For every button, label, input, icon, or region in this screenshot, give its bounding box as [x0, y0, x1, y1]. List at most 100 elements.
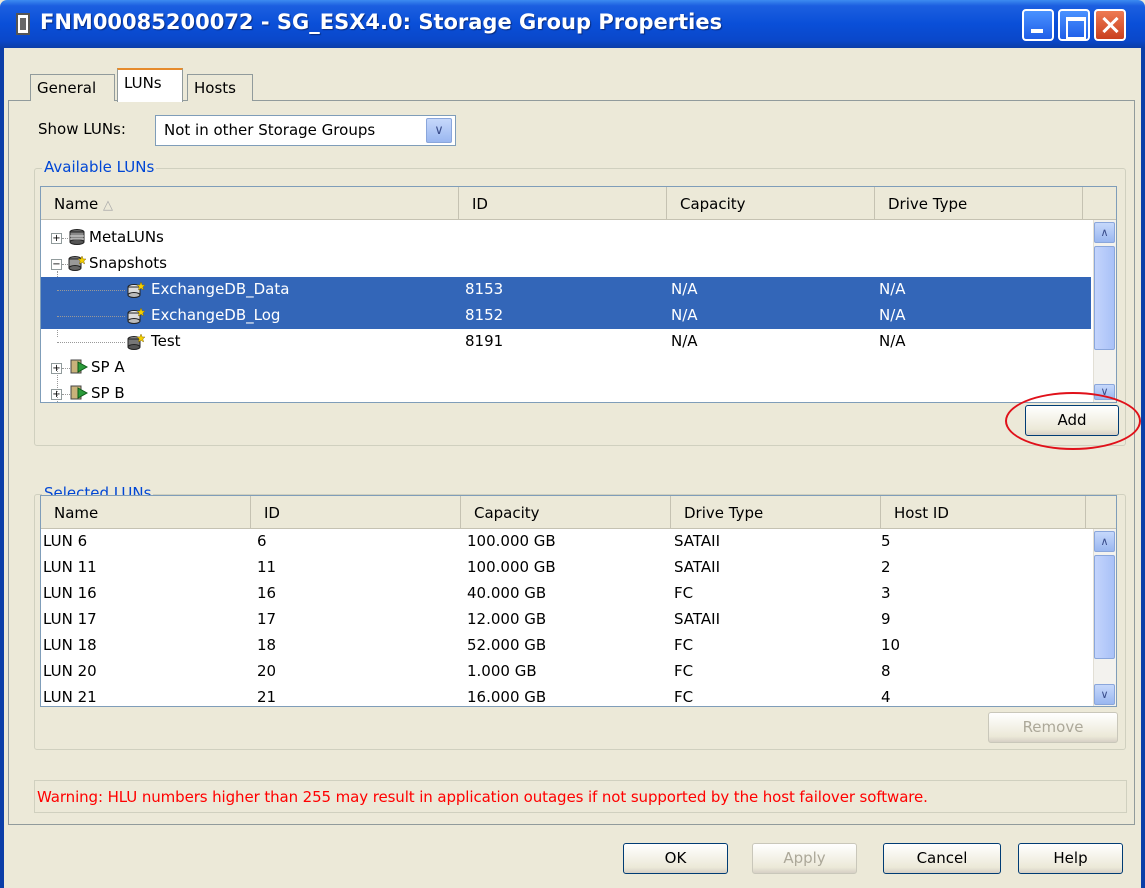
table-header: Name △ ID Capacity Drive Type — [41, 187, 1116, 220]
close-button[interactable] — [1094, 9, 1126, 41]
tree-row-metaluns[interactable]: + MetaLUNs — [41, 225, 1091, 251]
snapshot-icon — [127, 308, 145, 324]
lun-drive-type: N/A — [879, 280, 906, 298]
lun-drive-type: N/A — [879, 332, 906, 350]
column-header-drive-type[interactable]: Drive Type — [671, 496, 881, 529]
minimize-button[interactable] — [1022, 9, 1054, 41]
cell-id: 20 — [257, 662, 277, 680]
column-header-name[interactable]: Name △ — [41, 187, 459, 220]
table-row[interactable]: LUN 21 21 16.000 GB FC 4 — [41, 685, 1091, 707]
title-bar[interactable]: FNM00085200072 - SG_ESX4.0: Storage Grou… — [0, 0, 1145, 48]
table-row[interactable]: LUN 20 20 1.000 GB FC 8 — [41, 659, 1091, 685]
hlu-warning-text: Warning: HLU numbers higher than 255 may… — [34, 780, 1127, 813]
annotation-circle — [1005, 392, 1141, 450]
tree-row-test[interactable]: Test 8191 N/A N/A — [41, 329, 1091, 355]
cell-capacity: 1.000 GB — [467, 662, 537, 680]
app-icon — [16, 13, 30, 35]
help-button[interactable]: Help — [1018, 843, 1123, 874]
lun-name: Test — [151, 332, 181, 350]
scroll-thumb[interactable] — [1094, 246, 1115, 350]
table-row[interactable]: LUN 11 11 100.000 GB SATAII 2 — [41, 555, 1091, 581]
lun-name: ExchangeDB_Log — [151, 306, 281, 324]
tab-hosts[interactable]: Hosts — [187, 74, 253, 101]
tree-row-sp-b[interactable]: + SP B — [41, 381, 1091, 402]
column-header-drive-type[interactable]: Drive Type — [875, 187, 1083, 220]
tab-luns[interactable]: LUNs — [117, 68, 183, 102]
cell-name: LUN 20 — [43, 662, 97, 680]
cell-capacity: 16.000 GB — [467, 688, 547, 706]
chevron-down-icon[interactable]: ∨ — [426, 118, 452, 143]
snapshot-folder-icon — [68, 255, 86, 271]
column-header-name[interactable]: Name — [41, 496, 251, 529]
cell-id: 11 — [257, 558, 277, 576]
cell-id: 18 — [257, 636, 277, 654]
cell-name: LUN 17 — [43, 610, 97, 628]
tree-label: SP B — [91, 384, 125, 402]
available-luns-label: Available LUNs — [42, 158, 157, 176]
table-header: Name ID Capacity Drive Type Host ID — [41, 496, 1116, 529]
tree-row-exchangedb-data[interactable]: ExchangeDB_Data 8153 N/A N/A — [41, 277, 1091, 303]
tree-row-exchangedb-log[interactable]: ExchangeDB_Log 8152 N/A N/A — [41, 303, 1091, 329]
column-header-host-id[interactable]: Host ID — [881, 496, 1086, 529]
apply-button[interactable]: Apply — [752, 843, 857, 874]
storage-processor-icon — [70, 385, 88, 400]
cell-id: 17 — [257, 610, 277, 628]
scroll-thumb[interactable] — [1094, 555, 1115, 659]
tree-row-snapshots[interactable]: − Snapshots — [41, 251, 1091, 277]
cell-name: LUN 11 — [43, 558, 97, 576]
cell-capacity: 12.000 GB — [467, 610, 547, 628]
cell-drive-type: SATAII — [674, 532, 721, 550]
cell-name: LUN 6 — [43, 532, 88, 550]
cell-drive-type: FC — [674, 584, 694, 602]
cell-drive-type: SATAII — [674, 610, 721, 628]
selected-luns-table: Name ID Capacity Drive Type Host ID LUN … — [40, 495, 1117, 707]
cell-capacity: 52.000 GB — [467, 636, 547, 654]
cell-host-id: 4 — [881, 688, 891, 706]
scroll-down-icon[interactable]: ∨ — [1094, 684, 1115, 705]
cell-host-id: 10 — [881, 636, 901, 654]
remove-button[interactable]: Remove — [988, 712, 1118, 743]
column-header-id[interactable]: ID — [251, 496, 461, 529]
column-header-capacity[interactable]: Capacity — [667, 187, 875, 220]
lun-drive-type: N/A — [879, 306, 906, 324]
cell-host-id: 3 — [881, 584, 891, 602]
lun-capacity: N/A — [671, 280, 698, 298]
collapse-icon[interactable]: − — [51, 259, 62, 270]
cell-capacity: 40.000 GB — [467, 584, 547, 602]
cell-host-id: 5 — [881, 532, 891, 550]
cell-host-id: 9 — [881, 610, 891, 628]
storage-processor-icon — [70, 359, 88, 374]
metalun-icon — [69, 229, 85, 245]
expand-icon[interactable]: + — [51, 233, 62, 244]
available-luns-table: Name △ ID Capacity Drive Type + MetaLUNs… — [40, 186, 1117, 403]
table-row[interactable]: LUN 18 18 52.000 GB FC 10 — [41, 633, 1091, 659]
scroll-up-icon[interactable]: ∧ — [1094, 531, 1115, 552]
snapshot-icon — [127, 334, 145, 350]
scroll-up-icon[interactable]: ∧ — [1094, 222, 1115, 243]
sort-asc-icon: △ — [103, 198, 114, 213]
selected-rows: LUN 6 6 100.000 GB SATAII 5 LUN 11 11 10… — [41, 529, 1091, 707]
cancel-button[interactable]: Cancel — [883, 843, 1001, 874]
snapshot-icon — [127, 282, 145, 298]
cell-name: LUN 21 — [43, 688, 97, 706]
table-row[interactable]: LUN 6 6 100.000 GB SATAII 5 — [41, 529, 1091, 555]
available-scrollbar[interactable]: ∧ ∨ — [1093, 220, 1116, 402]
tab-general[interactable]: General — [30, 74, 115, 101]
table-row[interactable]: LUN 16 16 40.000 GB FC 3 — [41, 581, 1091, 607]
cell-id: 6 — [257, 532, 267, 550]
cell-capacity: 100.000 GB — [467, 558, 556, 576]
cell-capacity: 100.000 GB — [467, 532, 556, 550]
ok-button[interactable]: OK — [623, 843, 728, 874]
cell-id: 21 — [257, 688, 277, 706]
cell-host-id: 8 — [881, 662, 891, 680]
column-header-id[interactable]: ID — [459, 187, 667, 220]
column-header-capacity[interactable]: Capacity — [461, 496, 671, 529]
tree-row-sp-a[interactable]: + SP A — [41, 355, 1091, 381]
maximize-button[interactable] — [1058, 9, 1090, 41]
table-row[interactable]: LUN 17 17 12.000 GB SATAII 9 — [41, 607, 1091, 633]
selected-scrollbar[interactable]: ∧ ∨ — [1093, 529, 1116, 706]
cell-id: 16 — [257, 584, 277, 602]
lun-name: ExchangeDB_Data — [151, 280, 290, 298]
show-luns-label: Show LUNs: — [38, 120, 126, 138]
window-title: FNM00085200072 - SG_ESX4.0: Storage Grou… — [40, 10, 723, 34]
